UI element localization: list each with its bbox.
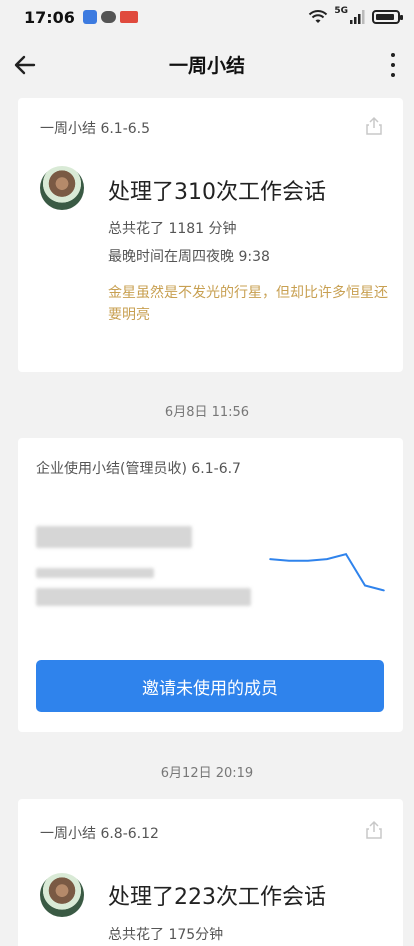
status-bar: 17:06 5G xyxy=(0,0,414,34)
status-system-icons: 5G xyxy=(308,6,403,25)
motivational-quote: 金星虽然是不发光的行星，但却比许多恒星还要明亮 xyxy=(108,285,388,323)
app-badge-icon xyxy=(119,11,138,23)
signal-icon xyxy=(350,10,365,24)
invite-unused-members-button[interactable]: 邀请未使用的成员 xyxy=(36,660,384,712)
total-time-text: 总共花了 175分钟 xyxy=(108,927,224,943)
wifi-icon xyxy=(309,10,328,23)
back-arrow-icon[interactable] xyxy=(12,52,38,78)
trend-point xyxy=(288,559,290,562)
card-header: 一周小结 6.8-6.12 xyxy=(40,826,159,842)
nav-bar: 一周小结 xyxy=(0,34,414,94)
trend-point xyxy=(364,584,366,587)
trend-point xyxy=(326,558,328,560)
blurred-content xyxy=(36,588,251,606)
trend-point xyxy=(383,589,385,592)
message-timestamp: 6月8日 11:56 xyxy=(164,405,250,420)
trend-point xyxy=(345,553,347,555)
usage-trend-chart xyxy=(269,552,385,592)
status-notification-icons xyxy=(82,10,138,24)
trend-point xyxy=(269,558,271,560)
avatar xyxy=(40,873,84,917)
blurred-content xyxy=(36,526,192,548)
card-header: 企业使用小结(管理员收) 6.1-6.7 xyxy=(36,461,241,477)
share-icon[interactable] xyxy=(365,116,383,136)
total-time-text: 总共花了 1181 分钟 xyxy=(108,221,237,237)
weekly-summary-card[interactable]: 一周小结 6.1-6.5 处理了310次工作会话 总共花了 1181 分钟 最晚… xyxy=(18,98,403,372)
card-header: 一周小结 6.1-6.5 xyxy=(40,121,151,137)
app-notification-icon xyxy=(82,10,97,24)
weekly-summary-card[interactable]: 一周小结 6.8-6.12 处理了223次工作会话 总共花了 175分钟 xyxy=(18,799,403,946)
session-count-headline: 处理了310次工作会话 xyxy=(108,180,326,205)
share-icon[interactable] xyxy=(365,820,383,840)
message-timestamp: 6月12日 20:19 xyxy=(160,766,254,781)
more-options-icon[interactable] xyxy=(390,53,396,77)
trend-point xyxy=(307,559,309,562)
avatar xyxy=(40,166,84,210)
session-count-headline: 处理了223次工作会话 xyxy=(108,885,326,910)
enterprise-usage-card[interactable]: 企业使用小结(管理员收) 6.1-6.7 邀请未使用的成员 xyxy=(18,438,403,732)
latest-time-text: 最晚时间在周四夜晚 9:38 xyxy=(108,249,270,265)
page-title: 一周小结 xyxy=(168,54,245,77)
status-time: 17:06 xyxy=(24,7,75,27)
battery-icon xyxy=(372,10,403,24)
blurred-content xyxy=(36,568,154,578)
network-type-label: 5G xyxy=(334,6,348,16)
wechat-icon xyxy=(100,11,116,23)
